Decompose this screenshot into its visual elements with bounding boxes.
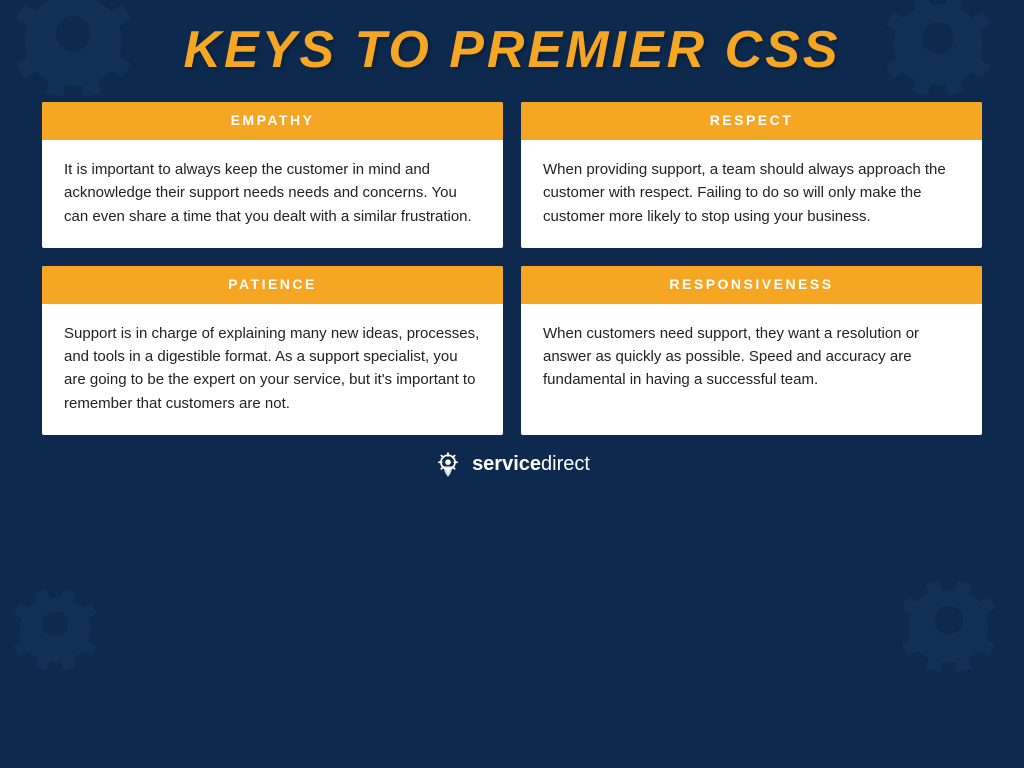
- footer-brand-light: direct: [541, 453, 590, 475]
- card-respect-body: When providing support, a team should al…: [521, 140, 982, 248]
- card-empathy-text: It is important to always keep the custo…: [64, 158, 481, 228]
- servicedirect-logo-icon: [434, 451, 462, 479]
- page-wrapper: KEYS TO PREMIER CSS EMPATHY It is import…: [0, 0, 1024, 768]
- page-title: KEYS TO PREMIER CSS: [40, 20, 984, 80]
- footer-brand-bold: service: [472, 453, 541, 475]
- card-patience-title: PATIENCE: [228, 276, 317, 292]
- card-patience-body: Support is in charge of explaining many …: [42, 304, 503, 435]
- card-respect-text: When providing support, a team should al…: [543, 158, 960, 228]
- title-section: KEYS TO PREMIER CSS: [40, 20, 984, 80]
- footer-brand: servicedirect: [472, 453, 590, 476]
- card-respect-title: RESPECT: [710, 112, 794, 128]
- card-responsiveness-title: RESPONSIVENESS: [669, 276, 833, 292]
- card-empathy-header: EMPATHY: [42, 102, 503, 140]
- card-responsiveness: RESPONSIVENESS When customers need suppo…: [521, 266, 982, 435]
- gear-decoration-bottom-left: [0, 578, 140, 738]
- cards-grid: EMPATHY It is important to always keep t…: [42, 102, 982, 435]
- gear-decoration-bottom-right: [864, 568, 1024, 748]
- card-empathy: EMPATHY It is important to always keep t…: [42, 102, 503, 248]
- footer: servicedirect: [434, 451, 590, 479]
- card-empathy-title: EMPATHY: [231, 112, 315, 128]
- card-empathy-body: It is important to always keep the custo…: [42, 140, 503, 248]
- card-patience: PATIENCE Support is in charge of explain…: [42, 266, 503, 435]
- card-respect: RESPECT When providing support, a team s…: [521, 102, 982, 248]
- card-responsiveness-header: RESPONSIVENESS: [521, 266, 982, 304]
- card-responsiveness-text: When customers need support, they want a…: [543, 322, 960, 392]
- card-patience-text: Support is in charge of explaining many …: [64, 322, 481, 415]
- card-patience-header: PATIENCE: [42, 266, 503, 304]
- card-responsiveness-body: When customers need support, they want a…: [521, 304, 982, 412]
- card-respect-header: RESPECT: [521, 102, 982, 140]
